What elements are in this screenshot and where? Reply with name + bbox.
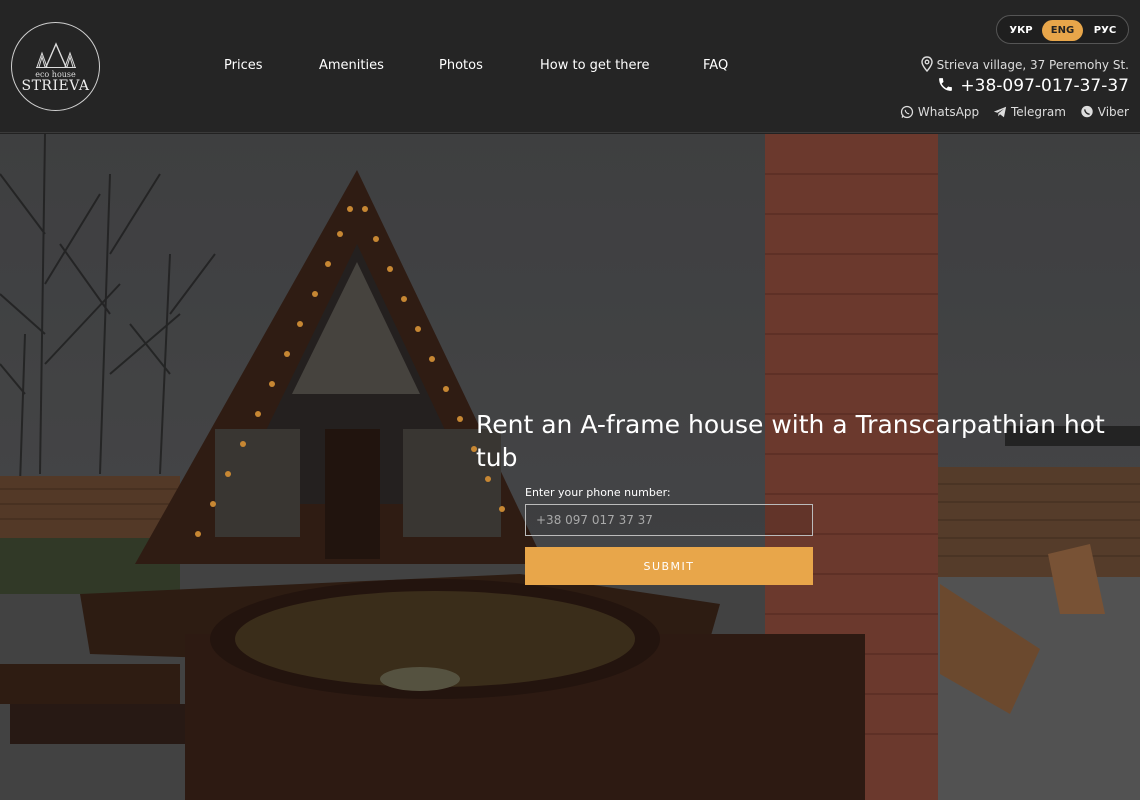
whatsapp-link[interactable]: WhatsApp: [900, 105, 983, 119]
hero-headline: Rent an A-frame house with a Transcarpat…: [476, 410, 1105, 472]
lang-ukr[interactable]: УКР: [1001, 20, 1041, 41]
phone-icon: [939, 78, 953, 91]
hero-section: Rent an A-frame house with a Transcarpat…: [0, 134, 1140, 800]
lang-rus[interactable]: РУС: [1085, 20, 1125, 41]
whatsapp-label: WhatsApp: [917, 105, 980, 119]
nav-amenities[interactable]: Amenities: [319, 58, 384, 73]
logo[interactable]: eco house STRIEVA: [11, 22, 100, 111]
telegram-icon: [993, 106, 1007, 118]
viber-icon: [1081, 105, 1093, 118]
social-links: WhatsApp Telegram Viber: [890, 105, 1129, 119]
phone-input[interactable]: [525, 504, 813, 536]
telegram-link[interactable]: Telegram: [993, 105, 1070, 119]
site-header: eco house STRIEVA Prices Amenities Photo…: [0, 0, 1140, 133]
viber-label: Viber: [1097, 105, 1129, 119]
viber-link[interactable]: Viber: [1080, 105, 1129, 119]
address[interactable]: Strieva village, 37 Peremohy St.: [920, 56, 1129, 73]
phone[interactable]: +38-097-017-37-37: [937, 76, 1129, 96]
nav-faq[interactable]: FAQ: [703, 58, 728, 73]
nav-how-to-get-there[interactable]: How to get there: [540, 58, 650, 73]
telegram-label: Telegram: [1010, 105, 1066, 119]
whatsapp-icon: [900, 105, 914, 119]
phone-input-label: Enter your phone number:: [525, 486, 671, 499]
location-pin-icon: [920, 56, 933, 73]
lang-eng[interactable]: ENG: [1042, 20, 1083, 41]
submit-button[interactable]: SUBMIT: [525, 547, 813, 585]
phone-number: +38-097-017-37-37: [960, 76, 1129, 96]
nav-photos[interactable]: Photos: [439, 58, 483, 73]
nav-prices[interactable]: Prices: [224, 58, 263, 73]
house-logo-icon: [36, 42, 76, 68]
logo-name: STRIEVA: [21, 78, 90, 94]
language-switcher: УКР ENG РУС: [996, 15, 1129, 44]
address-text: Strieva village, 37 Peremohy St.: [936, 58, 1129, 72]
